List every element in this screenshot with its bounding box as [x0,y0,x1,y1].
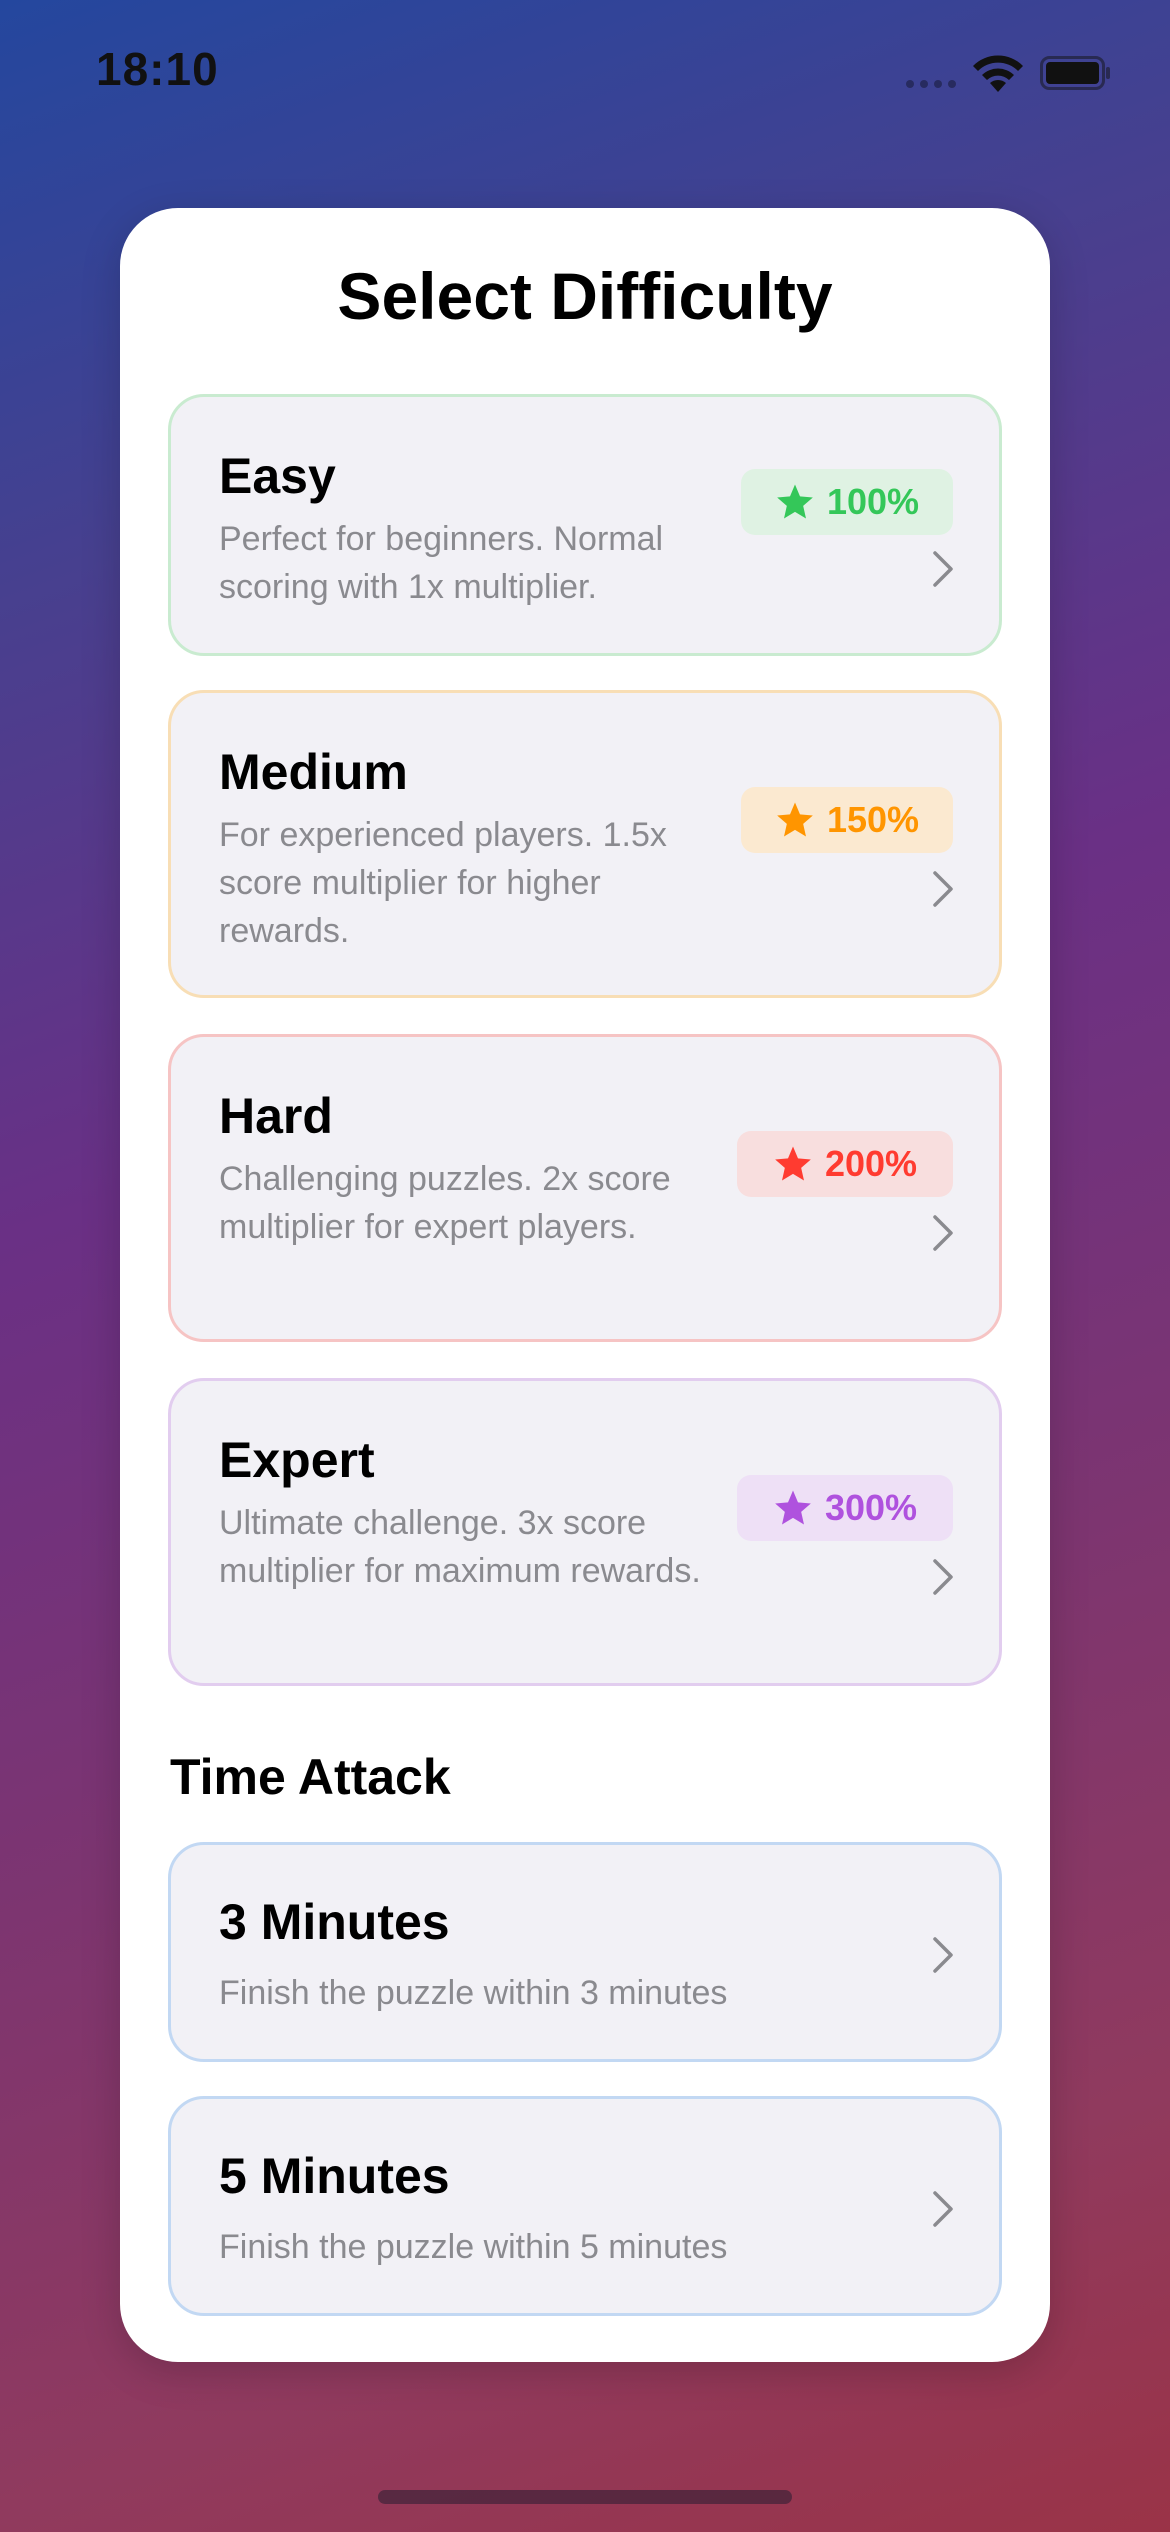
difficulty-description: Challenging puzzles. 2x score multiplier… [219,1160,671,1246]
badge-value: 300% [824,1487,918,1528]
difficulty-option-medium[interactable]: Medium For experienced players. 1.5x sco… [168,690,1002,998]
home-indicator[interactable] [378,2490,792,2504]
difficulty-card: Select Difficulty Easy Perfect for begin… [120,208,1050,2362]
time-attack-option-5-minutes[interactable]: 5 Minutes Finish the puzzle within 5 min… [168,2096,1002,2316]
battery-icon [1040,56,1110,90]
difficulty-name: Hard [219,1088,333,1144]
chevron-right-icon [933,1215,953,1251]
difficulty-description: For experienced players. 1.5x score mult… [219,816,667,950]
score-multiplier-badge: 150% [741,787,953,853]
chevron-right-icon [933,551,953,587]
score-multiplier-badge: 200% [737,1131,953,1197]
difficulty-option-hard[interactable]: Hard Challenging puzzles. 2x score multi… [168,1034,1002,1342]
time-attack-name: 5 Minutes [219,2148,450,2204]
time-attack-name: 3 Minutes [219,1894,450,1950]
score-multiplier-badge: 100% [741,469,953,535]
star-icon [777,484,813,519]
time-attack-option-3-minutes[interactable]: 3 Minutes Finish the puzzle within 3 min… [168,1842,1002,2062]
time-attack-description: Finish the puzzle within 5 minutes [219,2228,728,2266]
difficulty-name: Expert [219,1432,375,1488]
difficulty-name: Medium [219,744,408,800]
star-icon [775,1146,811,1181]
difficulty-name: Easy [219,448,336,504]
cellular-signal-icon [906,80,956,88]
time-attack-description: Finish the puzzle within 3 minutes [219,1974,728,2012]
star-icon [777,802,813,837]
chevron-right-icon [933,1559,953,1595]
difficulty-option-easy[interactable]: Easy Perfect for beginners. Normal scori… [168,394,1002,656]
badge-value: 100% [826,481,920,522]
badge-value: 150% [826,799,920,840]
chevron-right-icon [933,2191,953,2227]
star-icon [775,1490,811,1525]
badge-value: 200% [824,1143,918,1184]
difficulty-option-expert[interactable]: Expert Ultimate challenge. 3x score mult… [168,1378,1002,1686]
chevron-right-icon [933,1937,953,1973]
page-title: Select Difficulty [337,259,833,333]
difficulty-description: Ultimate challenge. 3x score multiplier … [219,1504,701,1590]
chevron-right-icon [933,871,953,907]
difficulty-description: Perfect for beginners. Normal scoring wi… [219,520,664,606]
score-multiplier-badge: 300% [737,1475,953,1541]
status-time: 18:10 [96,43,219,95]
status-bar: 18:10 [0,0,1170,150]
wifi-icon [973,55,1023,92]
section-title-time-attack: Time Attack [170,1749,451,1805]
